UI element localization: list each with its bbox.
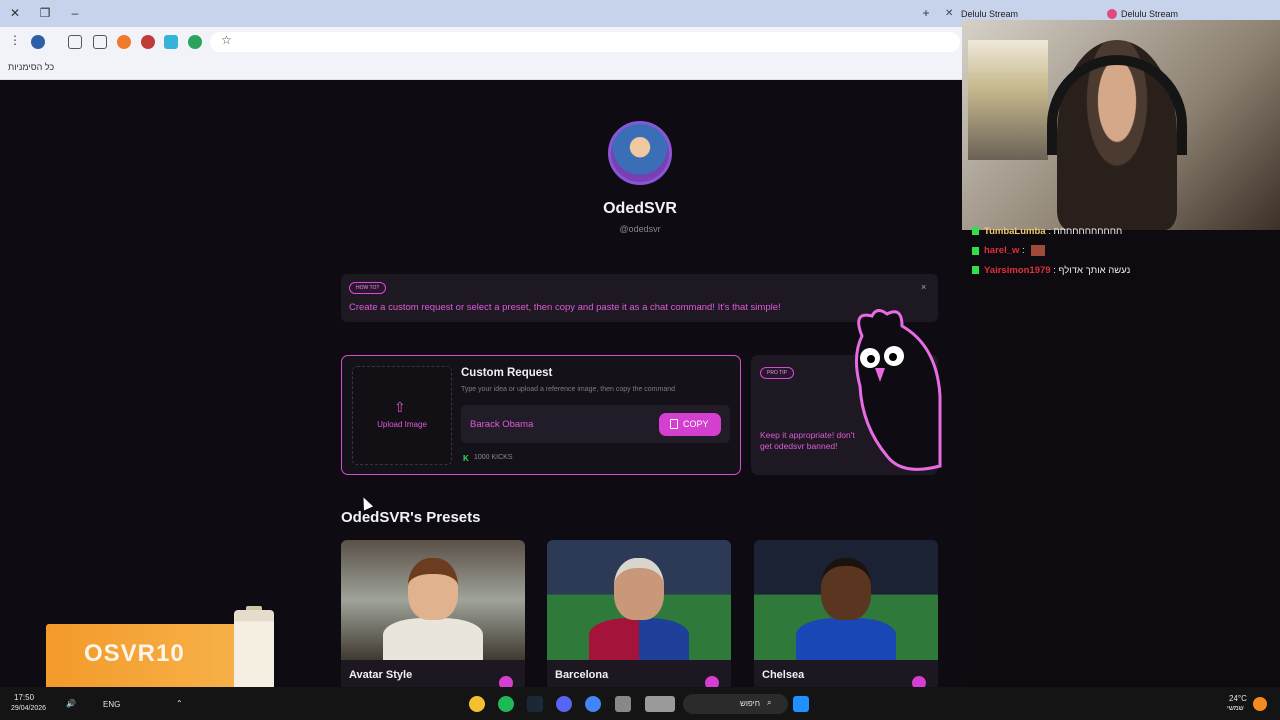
spotify-icon[interactable] (498, 696, 514, 712)
address-bar[interactable] (210, 32, 960, 52)
restore-icon[interactable]: ❐ (38, 6, 52, 20)
tab-close-icon[interactable]: ✕ (945, 4, 953, 24)
profile-name: OdedSVR (603, 200, 677, 217)
custom-request-title: Custom Request (461, 367, 553, 379)
chat-username: TumbaLumba (984, 226, 1046, 237)
howto-badge: HOW TO? (349, 282, 387, 294)
figure-body (589, 618, 689, 660)
menu-icon[interactable]: ⋮ (9, 33, 23, 47)
windows-taskbar (0, 687, 1280, 720)
upload-icon: ⇧ (394, 399, 406, 415)
clock-time: 17:50 (14, 693, 35, 702)
cloud-app-icon[interactable] (645, 696, 675, 712)
close-icon[interactable]: ✕ (8, 6, 22, 20)
weather-sun-icon[interactable] (1253, 697, 1267, 711)
chat-username: Yairsimon1979 (984, 265, 1051, 276)
figure-face (821, 558, 871, 620)
steam-icon[interactable] (527, 696, 543, 712)
preset-label: Chelsea (762, 669, 805, 681)
taskbar-search[interactable] (683, 694, 788, 714)
stream-chat-panel (962, 230, 1280, 687)
figure-body (796, 618, 896, 660)
weather-desc: שמשי (1227, 705, 1244, 712)
extension-green-icon[interactable] (188, 35, 202, 49)
minimize-icon[interactable]: – (68, 6, 82, 20)
discord-icon[interactable] (556, 696, 572, 712)
new-tab-icon[interactable]: + (919, 6, 933, 20)
kick-favicon-icon (1107, 9, 1117, 19)
extension-window-icon[interactable] (93, 35, 107, 49)
figure-face (408, 558, 458, 620)
promo-code: OSVR10 (84, 640, 185, 667)
chat-message: Yairsimon1979 : נעשה אותך אדולף (972, 265, 1130, 276)
search-placeholder: חיפוש (740, 699, 760, 708)
preset-image (341, 540, 525, 660)
figure-face (614, 558, 664, 620)
custom-request-subtitle: Type your idea or upload a reference ima… (461, 386, 676, 393)
wall-painting (968, 40, 1048, 160)
chat-text: : נעשה אותך אדולף (1053, 265, 1131, 276)
kick-badge-icon (972, 227, 979, 236)
clock-date: 29/04/2026 (11, 705, 47, 712)
protip-badge: PRO TIP (760, 367, 794, 379)
preset-label: Barcelona (555, 669, 609, 681)
custom-request-input-value: Barack Obama (470, 419, 534, 430)
chat-text: : חחחחחחחחחחח (1048, 226, 1123, 237)
preset-card-avatar-style[interactable]: Avatar Style (341, 540, 525, 690)
copy-button[interactable]: COPY (659, 413, 721, 436)
preset-label: Avatar Style (349, 669, 413, 681)
app-icon-yellow[interactable] (469, 696, 485, 712)
upload-image-label: Upload Image (377, 420, 427, 429)
extension-red-icon[interactable] (141, 35, 155, 49)
preset-image (547, 540, 731, 660)
chat-message: harel_w : (972, 245, 1046, 257)
figure-body (383, 618, 483, 660)
chicken-mascot-icon (855, 309, 942, 471)
language-indicator[interactable]: ENG (103, 700, 120, 709)
profile-handle: @odedsvr (619, 224, 661, 234)
close-icon[interactable]: × (921, 282, 926, 292)
all-bookmarks-link[interactable]: כל הסימניות (8, 62, 54, 72)
extension-globe-icon[interactable] (31, 35, 45, 49)
webcam-overlay (962, 20, 1280, 230)
headphones (1047, 55, 1187, 155)
emote-icon (1031, 245, 1046, 256)
chat-username: harel_w (984, 245, 1020, 257)
kicks-cost: 1000 KICKS (474, 454, 513, 461)
weather-temp: 24°C (1229, 694, 1247, 703)
chrome-icon[interactable] (585, 696, 601, 712)
file-explorer-icon[interactable] (615, 696, 631, 712)
extension-puzzle-icon[interactable] (68, 35, 82, 49)
chat-message: TumbaLumba : חחחחחחחחחחח (972, 226, 1122, 237)
extension-blue-icon[interactable] (164, 35, 178, 49)
preset-image (754, 540, 938, 660)
preset-card-chelsea[interactable]: Chelsea (754, 540, 938, 690)
bookmark-star-icon[interactable]: ☆ (221, 33, 235, 47)
howto-text: Create a custom request or select a pres… (349, 302, 781, 313)
search-icon: ⌕ (767, 698, 772, 707)
windows-start-icon[interactable] (793, 696, 809, 712)
volume-icon[interactable]: 🔊 (66, 699, 76, 708)
kick-badge-icon (972, 266, 979, 275)
chevron-up-icon[interactable]: ⌃ (176, 699, 183, 708)
extension-orange-icon[interactable] (117, 35, 131, 49)
kick-badge-icon (972, 246, 979, 255)
chat-text: : (1022, 245, 1025, 257)
kick-icon: K (463, 454, 469, 463)
preset-card-barcelona[interactable]: Barcelona (547, 540, 731, 690)
copy-icon (670, 419, 678, 429)
avatar (608, 121, 672, 185)
presets-title: OdedSVR's Presets (341, 509, 481, 526)
